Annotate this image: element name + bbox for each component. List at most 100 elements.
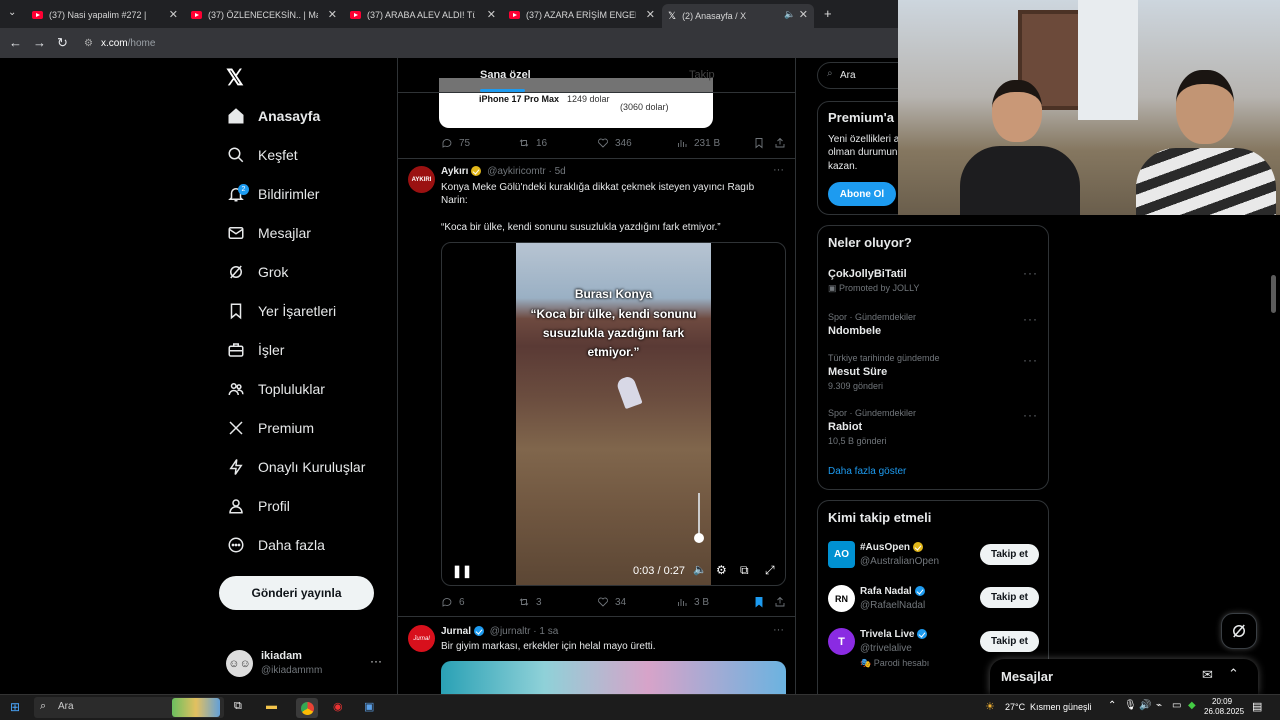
- post-avatar[interactable]: Jurnal: [408, 625, 435, 652]
- like-button[interactable]: 34: [597, 596, 626, 608]
- post-time[interactable]: · 5d: [548, 166, 565, 177]
- post-button[interactable]: Gönderi yayınla: [219, 576, 374, 610]
- reload-icon[interactable]: ↻: [57, 35, 68, 51]
- battery-icon[interactable]: ▭: [1172, 700, 1181, 711]
- volume-handle[interactable]: [694, 533, 704, 543]
- reply-button[interactable]: 6: [441, 596, 465, 608]
- sidebar-item-verified-orgs[interactable]: Onaylı Kuruluşlar: [226, 452, 365, 482]
- repost-button[interactable]: 3: [518, 596, 542, 608]
- views-button[interactable]: 3 B: [676, 596, 709, 608]
- sidebar-item-premium[interactable]: Premium: [226, 413, 314, 443]
- more-icon[interactable]: ···: [1023, 266, 1038, 280]
- task-view-icon[interactable]: ⧉: [234, 700, 242, 713]
- forward-icon[interactable]: →: [33, 35, 46, 50]
- address-bar[interactable]: ⚙ x.com/home: [84, 34, 644, 53]
- reply-button[interactable]: 75: [441, 137, 470, 149]
- microphone-icon[interactable]: 🎙: [1124, 700, 1137, 711]
- tab-list-chevron-icon[interactable]: ⌄: [8, 7, 16, 18]
- views-button[interactable]: 231 B: [676, 137, 720, 149]
- post-media[interactable]: [441, 661, 786, 694]
- new-tab-button[interactable]: +: [824, 6, 832, 21]
- tray-chevron-icon[interactable]: ⌃: [1108, 700, 1116, 711]
- browser-tab[interactable]: (37) Nasi yapalim #272 | Karşılı✕: [32, 4, 178, 26]
- settings-icon[interactable]: ⚙: [716, 563, 727, 577]
- more-icon[interactable]: ···: [1023, 353, 1038, 367]
- trend-item[interactable]: Spor · Gündemdekiler Ndombele: [828, 312, 1040, 342]
- app-window-icon[interactable]: ▣: [364, 700, 374, 713]
- more-icon[interactable]: ···: [1023, 408, 1038, 422]
- sidebar-item-messages[interactable]: Mesajlar: [226, 218, 311, 248]
- sidebar-item-explore[interactable]: Keşfet: [226, 140, 298, 170]
- speaker-icon[interactable]: 🔈: [784, 9, 795, 20]
- trend-item[interactable]: Türkiye tarihinde gündemde Mesut Süre 9.…: [828, 353, 1040, 393]
- subscribe-button[interactable]: Abone Ol: [828, 182, 896, 206]
- browser-tab[interactable]: (37) AZARA ERİŞİM ENGELİ GET✕: [509, 4, 655, 26]
- pause-icon[interactable]: ❚❚: [452, 564, 472, 578]
- tray-app-icon[interactable]: ◆: [1188, 700, 1196, 711]
- close-icon[interactable]: ✕: [169, 8, 178, 21]
- trend-item[interactable]: ÇokJollyBiTatil ▣ Promoted by JOLLY: [828, 268, 1040, 298]
- follow-button[interactable]: Takip et: [980, 587, 1039, 608]
- show-more-link[interactable]: Daha fazla göster: [828, 466, 906, 477]
- follow-avatar[interactable]: AO: [828, 541, 855, 568]
- close-icon[interactable]: ✕: [799, 8, 808, 21]
- clock-time[interactable]: 20:09: [1212, 697, 1232, 706]
- follow-name[interactable]: Rafa Nadal: [860, 586, 925, 597]
- taskbar-search[interactable]: ⌕ Ara: [34, 697, 224, 718]
- post-avatar[interactable]: AYKIRI: [408, 166, 435, 193]
- follow-button[interactable]: Takip et: [980, 631, 1039, 652]
- post-handle[interactable]: @aykiricomtr: [487, 166, 546, 177]
- post-author[interactable]: Aykırı: [441, 166, 468, 177]
- expand-icon[interactable]: ⌃: [1228, 666, 1239, 682]
- clock-date[interactable]: 26.08.2025: [1204, 707, 1244, 716]
- sidebar-item-communities[interactable]: Topluluklar: [226, 374, 325, 404]
- sidebar-item-bookmarks[interactable]: Yer İşaretleri: [226, 296, 336, 326]
- browser-tab-active[interactable]: 𝕏 (2) Anasayfa / X 🔈 ✕: [662, 4, 814, 28]
- follow-name[interactable]: #AusOpen: [860, 542, 924, 553]
- sidebar-item-notifications[interactable]: 2 Bildirimler: [226, 179, 319, 209]
- follow-avatar[interactable]: T: [828, 628, 855, 655]
- pip-icon[interactable]: ⧉: [740, 563, 749, 578]
- share-button[interactable]: [774, 596, 792, 608]
- new-message-icon[interactable]: ✉: [1202, 667, 1213, 683]
- tab-following[interactable]: Takip: [689, 69, 715, 81]
- site-info-icon[interactable]: ⚙: [84, 38, 93, 49]
- close-icon[interactable]: ✕: [487, 8, 496, 21]
- video-player[interactable]: Burası Konya “Koca bir ülke, kendi sonun…: [441, 242, 786, 586]
- weather-icon[interactable]: ☀: [985, 700, 995, 713]
- repost-button[interactable]: 16: [518, 137, 547, 149]
- sidebar-item-jobs[interactable]: İşler: [226, 335, 284, 365]
- bookmark-button-active[interactable]: [753, 596, 771, 608]
- sidebar-item-profile[interactable]: Profil: [226, 491, 290, 521]
- volume-icon[interactable]: 🔈: [693, 563, 707, 576]
- follow-button[interactable]: Takip et: [980, 544, 1039, 565]
- sidebar-item-more[interactable]: Daha fazla: [226, 530, 325, 560]
- app-icon[interactable]: ◉: [333, 700, 343, 713]
- post-time[interactable]: · 1 sa: [533, 626, 558, 637]
- tab-for-you[interactable]: Sana özel: [480, 69, 531, 81]
- account-switcher[interactable]: ☺☺ ikiadam @ikiadammm ···: [226, 648, 386, 680]
- post-author[interactable]: Jurnal: [441, 626, 471, 637]
- more-icon[interactable]: ···: [1023, 312, 1038, 326]
- like-button[interactable]: 346: [597, 137, 632, 149]
- follow-avatar[interactable]: RN: [828, 585, 855, 612]
- volume-icon[interactable]: 🔊: [1139, 700, 1151, 711]
- messages-drawer[interactable]: Mesajlar ✉ ⌃: [990, 659, 1258, 694]
- file-explorer-icon[interactable]: ▬: [266, 700, 277, 712]
- fullscreen-icon[interactable]: ⤢: [765, 563, 775, 578]
- sidebar-item-home[interactable]: Anasayfa: [226, 101, 320, 131]
- page-scrollbar[interactable]: [1271, 275, 1276, 313]
- sidebar-item-grok[interactable]: Grok: [226, 257, 288, 287]
- back-icon[interactable]: ←: [9, 35, 22, 50]
- bookmark-button[interactable]: [753, 137, 771, 149]
- windows-start-icon[interactable]: ⊞: [10, 700, 20, 714]
- x-logo[interactable]: 𝕏: [226, 65, 244, 91]
- more-icon[interactable]: ···: [773, 164, 784, 176]
- browser-tab[interactable]: (37) ÖZLENECEKSİN.. | Madara✕: [191, 4, 337, 26]
- grok-floating-button[interactable]: [1221, 613, 1257, 649]
- notification-center-icon[interactable]: ▤: [1252, 700, 1262, 713]
- network-icon[interactable]: ⌁: [1156, 700, 1162, 711]
- share-button[interactable]: [774, 137, 792, 149]
- chrome-icon[interactable]: [296, 698, 318, 718]
- close-icon[interactable]: ✕: [646, 8, 655, 21]
